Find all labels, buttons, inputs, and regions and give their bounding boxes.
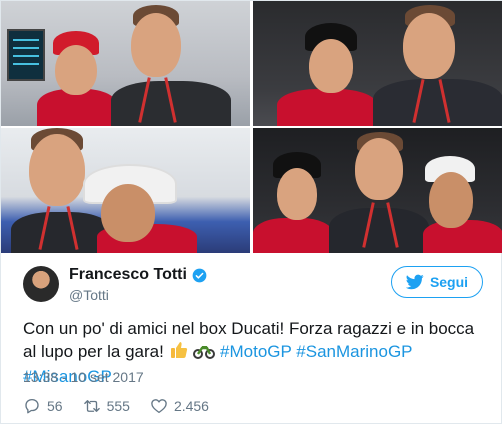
hashtag-link[interactable]: #MotoGP [220,342,292,361]
tweet-timestamp[interactable]: 13:38 - 10 set 2017 [23,369,144,385]
retweet-icon [83,400,100,412]
photo-grid [1,1,502,253]
author-name[interactable]: Francesco Totti [69,266,187,284]
reply-action[interactable]: 56 [23,397,63,415]
retweet-action[interactable]: 555 [83,397,130,415]
photo-3[interactable] [1,128,250,253]
avatar[interactable] [23,266,59,302]
verified-badge-icon [192,268,207,282]
tweet-author: Francesco Totti @Totti [23,266,423,306]
like-count: 2.456 [173,398,209,414]
pit-monitor [7,29,45,81]
author-handle[interactable]: @Totti [69,287,109,303]
follow-button[interactable]: Segui [391,266,483,298]
like-action[interactable]: 2.456 [150,397,209,415]
motorcycle-icon [193,340,216,366]
tweet-card: Francesco Totti @Totti Segui Con un po' … [0,0,502,424]
hashtag-link[interactable]: #SanMarinoGP [296,342,412,361]
author-name-row: Francesco Totti [69,266,207,284]
photo-1[interactable] [1,1,250,126]
reply-count: 56 [47,398,63,414]
reply-icon [25,398,39,414]
twitter-bird-icon [405,274,424,290]
tweet-actions: 56 555 2.456 [23,395,229,417]
follow-label: Segui [429,274,469,290]
photo-2[interactable] [253,1,502,126]
retweet-count: 555 [106,398,130,414]
thumbs-up-icon [169,340,189,366]
heart-icon [151,399,167,414]
photo-4[interactable] [253,128,502,253]
